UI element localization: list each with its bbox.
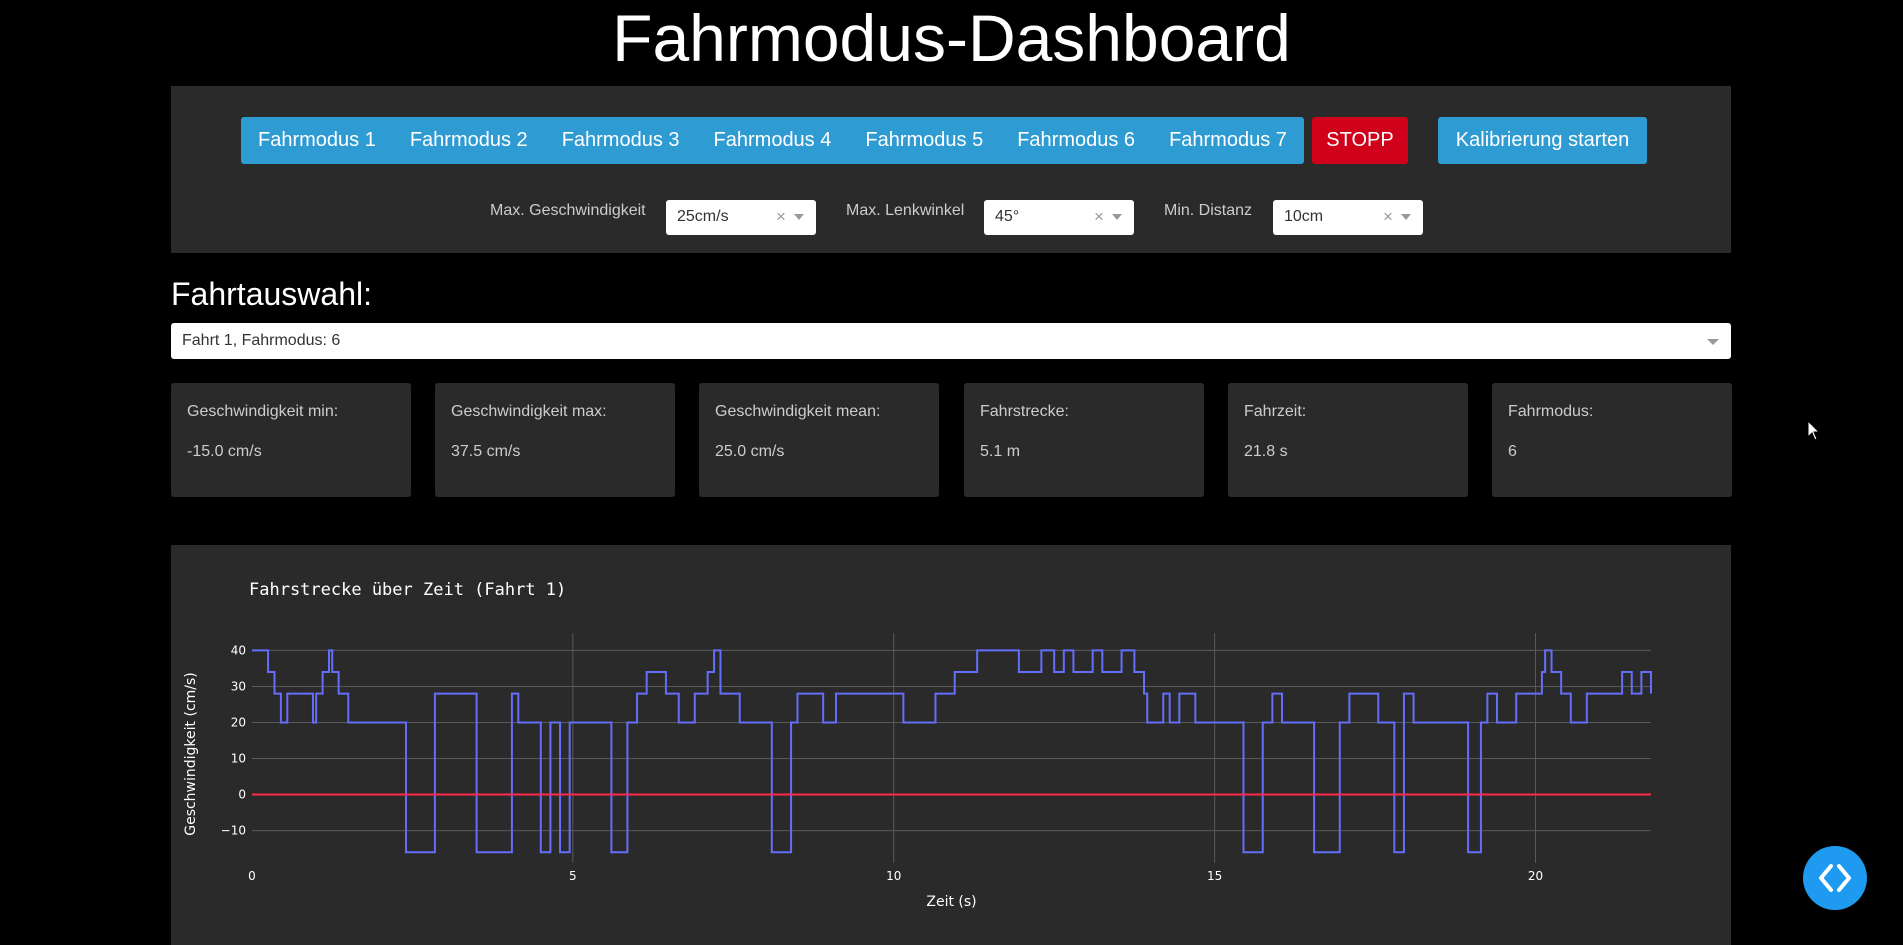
control-panel: Fahrmodus 1 Fahrmodus 2 Fahrmodus 3 Fahr…	[171, 86, 1731, 253]
stop-button[interactable]: STOPP	[1312, 117, 1408, 164]
stat-value: 6	[1508, 443, 1517, 460]
stat-card-distance: Fahrstrecke: 5.1 m	[964, 383, 1204, 497]
stat-value: 37.5 cm/s	[451, 443, 521, 460]
y-tick-label: 30	[231, 679, 246, 693]
code-brackets-icon	[1819, 864, 1851, 892]
max-speed-label: Max. Geschwindigkeit	[490, 202, 646, 219]
x-axis-label: Zeit (s)	[926, 894, 976, 910]
x-tick-label: 0	[248, 869, 256, 883]
mode-button-group: Fahrmodus 1 Fahrmodus 2 Fahrmodus 3 Fahr…	[241, 117, 1304, 164]
ride-select-value: Fahrt 1, Fahrmodus: 6	[182, 332, 341, 349]
stat-card-speed-mean: Geschwindigkeit mean: 25.0 cm/s	[699, 383, 939, 497]
y-axis-label: Geschwindigkeit (cm/s)	[183, 672, 199, 836]
stat-value: 25.0 cm/s	[715, 443, 785, 460]
stat-card-duration: Fahrzeit: 21.8 s	[1228, 383, 1468, 497]
chevron-down-icon[interactable]	[1707, 339, 1719, 345]
mouse-pointer-icon	[1807, 420, 1821, 441]
stat-card-mode: Fahrmodus: 6	[1492, 383, 1732, 497]
max-speed-select[interactable]: 25cm/s ×	[666, 200, 816, 235]
stat-label: Fahrmodus:	[1508, 403, 1594, 420]
chevron-down-icon[interactable]	[1112, 214, 1122, 220]
max-steering-value: 45°	[995, 208, 1020, 225]
stat-card-speed-min: Geschwindigkeit min: -15.0 cm/s	[171, 383, 411, 497]
y-tick-label: 10	[231, 752, 246, 766]
speed-chart[interactable]: Fahrstrecke über Zeit (Fahrt 1) −10 0 10 20 3…	[171, 545, 1731, 945]
max-speed-value: 25cm/s	[677, 208, 729, 225]
mode-3-button[interactable]: Fahrmodus 3	[545, 117, 697, 164]
clear-icon[interactable]: ×	[1094, 207, 1104, 227]
clear-icon[interactable]: ×	[1383, 207, 1393, 227]
x-tick-label: 15	[1207, 869, 1222, 883]
stat-label: Fahrzeit:	[1244, 403, 1307, 420]
mode-7-button[interactable]: Fahrmodus 7	[1152, 117, 1304, 164]
x-tick-label: 10	[886, 869, 901, 883]
stat-label: Geschwindigkeit min:	[187, 403, 339, 420]
chart-title: Fahrstrecke über Zeit (Fahrt 1)	[249, 580, 566, 600]
chevron-down-icon[interactable]	[794, 214, 804, 220]
chevron-down-icon[interactable]	[1401, 214, 1411, 220]
mode-1-button[interactable]: Fahrmodus 1	[241, 117, 393, 164]
ride-selection-heading: Fahrtauswahl:	[171, 276, 372, 312]
series-line	[252, 649, 1652, 854]
y-tick-label: 40	[231, 643, 246, 657]
x-tick-label: 5	[569, 869, 577, 883]
min-distance-value: 10cm	[1284, 208, 1324, 225]
ride-select[interactable]: Fahrt 1, Fahrmodus: 6	[171, 323, 1731, 359]
page-title: Fahrmodus-Dashboard	[612, 1, 1291, 75]
calibrate-button[interactable]: Kalibrierung starten	[1438, 117, 1647, 164]
min-distance-select[interactable]: 10cm ×	[1273, 200, 1423, 235]
stat-card-speed-max: Geschwindigkeit max: 37.5 cm/s	[435, 383, 675, 497]
mode-4-button[interactable]: Fahrmodus 4	[697, 117, 849, 164]
stat-value: 5.1 m	[980, 443, 1021, 460]
mode-2-button[interactable]: Fahrmodus 2	[393, 117, 545, 164]
speed-chart-panel: Fahrstrecke über Zeit (Fahrt 1) −10 0 10 20 3…	[171, 545, 1731, 945]
y-tick-label: −10	[221, 824, 246, 838]
code-toggle-button[interactable]	[1803, 846, 1867, 910]
clear-icon[interactable]: ×	[776, 207, 786, 227]
stat-value: 21.8 s	[1244, 443, 1288, 460]
mode-5-button[interactable]: Fahrmodus 5	[848, 117, 1000, 164]
mode-6-button[interactable]: Fahrmodus 6	[1000, 117, 1152, 164]
min-distance-label: Min. Distanz	[1164, 202, 1253, 219]
stat-label: Fahrstrecke:	[980, 403, 1069, 420]
stat-value: -15.0 cm/s	[187, 443, 262, 460]
x-tick-label: 20	[1528, 869, 1543, 883]
y-tick-label: 0	[238, 788, 246, 802]
max-steering-select[interactable]: 45° ×	[984, 200, 1134, 235]
max-steering-label: Max. Lenkwinkel	[846, 202, 965, 219]
y-tick-label: 20	[231, 715, 246, 729]
stat-label: Geschwindigkeit mean:	[715, 403, 881, 420]
stat-label: Geschwindigkeit max:	[451, 403, 607, 420]
